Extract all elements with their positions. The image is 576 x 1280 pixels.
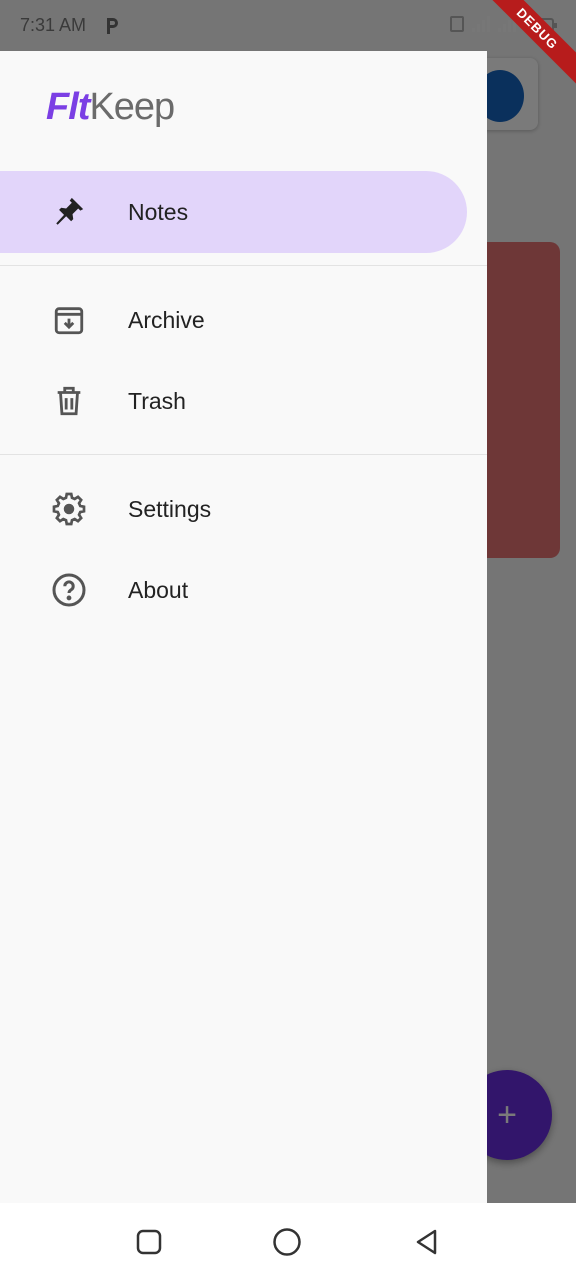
home-button[interactable] (272, 1227, 302, 1257)
drawer-item-label: About (128, 576, 189, 603)
logo-flt: Flt (46, 86, 90, 128)
divider (0, 265, 487, 266)
status-time: 7:31 AM (20, 15, 87, 35)
drawer-item-about[interactable]: About (0, 549, 467, 631)
help-icon (50, 571, 88, 609)
gear-icon (50, 490, 88, 528)
drawer-item-notes[interactable]: Notes (0, 171, 467, 253)
recents-button[interactable] (134, 1227, 164, 1257)
divider (0, 454, 487, 455)
drawer-item-settings[interactable]: Settings (0, 468, 467, 550)
signal-icon (472, 16, 490, 32)
vibrate-icon (450, 16, 464, 32)
status-bar: 7:31 AM 89 (0, 0, 576, 51)
system-nav-bar (0, 1203, 576, 1280)
back-button[interactable] (412, 1227, 442, 1257)
drawer-item-archive[interactable]: Archive (0, 279, 467, 361)
p-icon (104, 16, 119, 36)
drawer-item-trash[interactable]: Trash (0, 360, 467, 442)
trash-icon (50, 382, 88, 420)
app-logo: FltKeep (46, 86, 175, 129)
pin-icon (50, 193, 88, 231)
drawer-item-label: Trash (128, 387, 186, 414)
logo-keep: Keep (89, 86, 175, 128)
drawer-item-label: Archive (128, 306, 205, 333)
drawer-item-label: Settings (128, 495, 212, 522)
archive-icon (50, 301, 88, 339)
drawer-item-label: Notes (128, 198, 189, 225)
navigation-drawer: FltKeep Notes Archive Trash Settings Abo… (0, 51, 487, 1203)
